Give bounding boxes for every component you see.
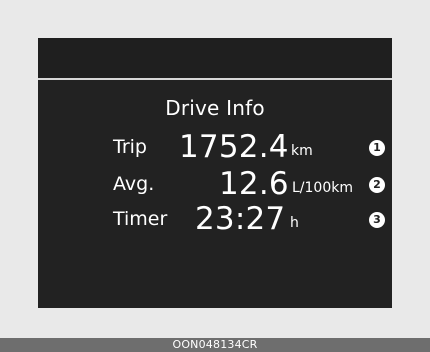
avg-value: 12.6 bbox=[219, 166, 289, 202]
drive-info-screen: Drive Info Trip 1752.4 km 1 Avg. 12.6 L/… bbox=[38, 38, 392, 308]
avg-row: Avg. 12.6 L/100km 2 bbox=[38, 169, 392, 203]
timer-value: 23:27 bbox=[195, 201, 286, 237]
top-divider bbox=[38, 78, 392, 80]
marker-3-icon: 3 bbox=[369, 212, 385, 228]
outer-frame: Drive Info Trip 1752.4 km 1 Avg. 12.6 L/… bbox=[0, 0, 430, 338]
timer-label: Timer bbox=[113, 208, 168, 230]
timer-unit: h bbox=[290, 215, 299, 231]
avg-unit: L/100km bbox=[292, 180, 353, 196]
trip-unit: km bbox=[291, 143, 313, 159]
trip-label: Trip bbox=[113, 136, 147, 158]
avg-label: Avg. bbox=[113, 173, 155, 195]
timer-row: Timer 23:27 h 3 bbox=[38, 204, 392, 238]
trip-row: Trip 1752.4 km 1 bbox=[38, 132, 392, 166]
footer-bar: OON048134CR bbox=[0, 338, 430, 352]
figure-code: OON048134CR bbox=[172, 338, 258, 351]
screen-title: Drive Info bbox=[165, 96, 265, 120]
marker-1-icon: 1 bbox=[369, 140, 385, 156]
trip-value: 1752.4 bbox=[179, 129, 289, 165]
top-band bbox=[38, 38, 392, 78]
marker-2-icon: 2 bbox=[369, 177, 385, 193]
